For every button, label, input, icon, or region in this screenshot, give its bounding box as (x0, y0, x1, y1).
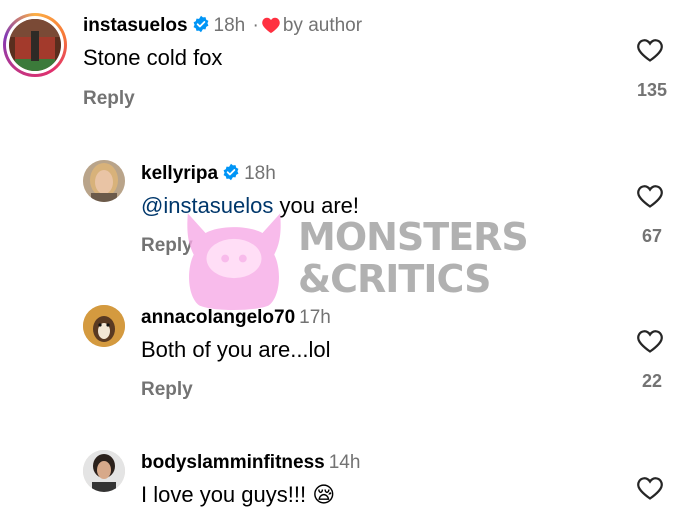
heart-outline-icon[interactable] (636, 183, 664, 209)
reply-button[interactable]: Reply (141, 379, 193, 401)
comment-annacolangelo70: annacolangelo70 17h Both of you are...lol… (0, 295, 680, 415)
comment-text: I love you guys!!! 😪 (141, 482, 335, 508)
separator-dot: · (252, 15, 259, 36)
comment-meta: instasuelos 18h · by author (83, 15, 362, 37)
like-count: 135 (636, 80, 667, 100)
comment-text: Both of you are...lol (141, 337, 331, 362)
reply-button[interactable]: Reply (83, 88, 135, 110)
heart-outline-icon[interactable] (636, 475, 664, 501)
like-count: 67 (641, 226, 662, 246)
comment-text: @instasuelos you are! (141, 193, 359, 219)
heart-outline-icon[interactable] (636, 328, 664, 354)
reply-button[interactable]: Reply (141, 235, 193, 257)
username[interactable]: kellyripa (141, 163, 218, 184)
comment-meta: annacolangelo70 17h (141, 307, 331, 329)
comment-text-body: I love you guys!!! (141, 482, 307, 507)
sleepy-face-emoji: 😪 (312, 482, 336, 507)
avatar-annacolangelo70[interactable] (83, 305, 125, 347)
heart-outline-icon[interactable] (636, 37, 664, 63)
verified-badge-icon (193, 15, 208, 33)
like-count: 22 (641, 371, 662, 391)
comment-bodyslamminfitness: bodyslamminfitness 14h I love you guys!!!… (0, 440, 680, 519)
avatar-kellyripa[interactable] (83, 160, 125, 202)
timestamp: 14h (328, 452, 361, 473)
avatar-bodyslamminfitness[interactable] (83, 450, 125, 492)
avatar-instasuelos (9, 19, 61, 71)
verified-badge-icon (223, 163, 239, 181)
timestamp: 18h (244, 163, 276, 184)
timestamp: 18h (213, 15, 246, 36)
story-ring[interactable] (3, 13, 67, 77)
mention-link[interactable]: @instasuelos (141, 193, 273, 218)
comment-meta: bodyslamminfitness 14h (141, 452, 360, 474)
comment-text-body: you are! (273, 193, 360, 218)
timestamp: 17h (299, 307, 331, 328)
username[interactable]: bodyslamminfitness (141, 452, 325, 473)
comment-text: Stone cold fox (83, 45, 223, 70)
heart-filled-icon (262, 17, 280, 34)
username[interactable]: annacolangelo70 (141, 307, 295, 328)
username[interactable]: instasuelos (83, 15, 188, 36)
comment-kellyripa: kellyripa 18h @instasuelos you are! Reply… (0, 150, 680, 270)
comment-instasuelos: instasuelos 18h · by author Stone cold fox… (0, 0, 680, 130)
comment-meta: kellyripa 18h (141, 163, 276, 185)
by-author-label: by author (282, 15, 363, 36)
